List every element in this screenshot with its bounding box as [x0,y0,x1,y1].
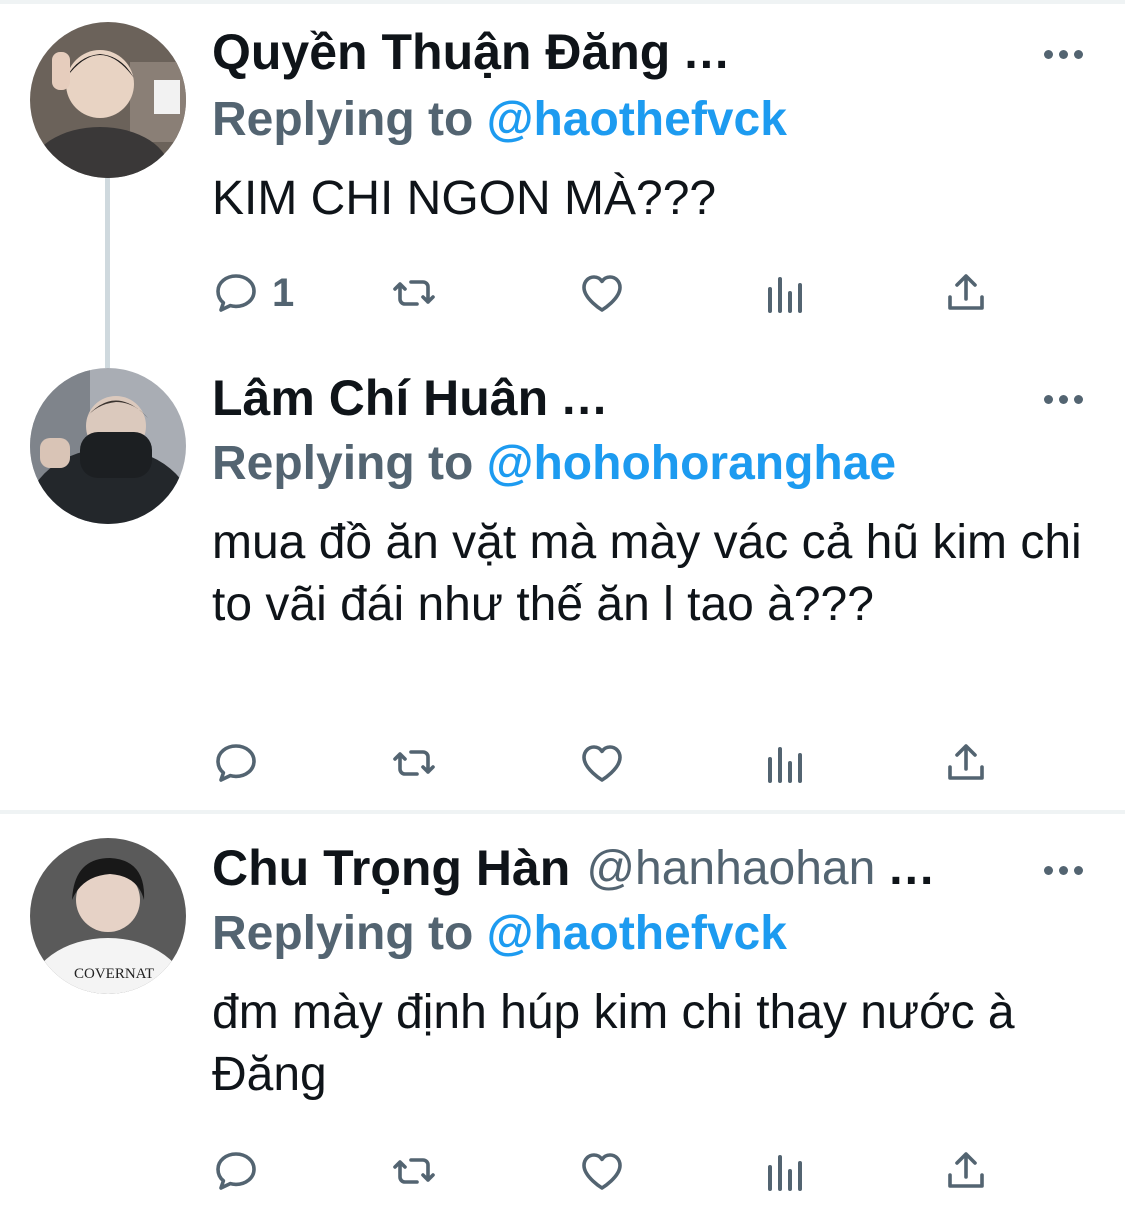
views-button[interactable] [762,1146,810,1196]
author-row: Chu Trọng Hàn @hanhaohan ... [212,838,935,898]
views-icon [768,1155,802,1191]
author-handle[interactable]: @hanhaohan [586,841,875,896]
author-name[interactable]: Chu Trọng Hàn [212,839,570,897]
reply-button[interactable] [212,1146,272,1196]
avatar[interactable]: COVERNAT [30,838,186,994]
share-button[interactable] [942,1146,990,1196]
more-icon[interactable] [1041,860,1085,880]
like-icon [582,1153,622,1190]
tweet-text: đm mày định húp kim chi thay nước à Đăng [212,986,1015,1101]
replying-to-handle[interactable]: @haothefvck [487,907,787,960]
retweet-icon [393,1158,435,1184]
reply-icon [216,1152,256,1190]
retweet-button[interactable] [390,1146,438,1196]
replying-to-label: Replying to [212,907,474,960]
svg-text:COVERNAT: COVERNAT [74,966,154,982]
like-button[interactable] [578,1146,626,1196]
share-icon [948,1152,984,1188]
name-truncation: ... [889,841,936,895]
tweet[interactable]: COVERNAT Chu Trọng Hàn @hanhaohan ... Re… [0,0,1125,1209]
replying-to: Replying to @haothefvck [212,906,787,961]
